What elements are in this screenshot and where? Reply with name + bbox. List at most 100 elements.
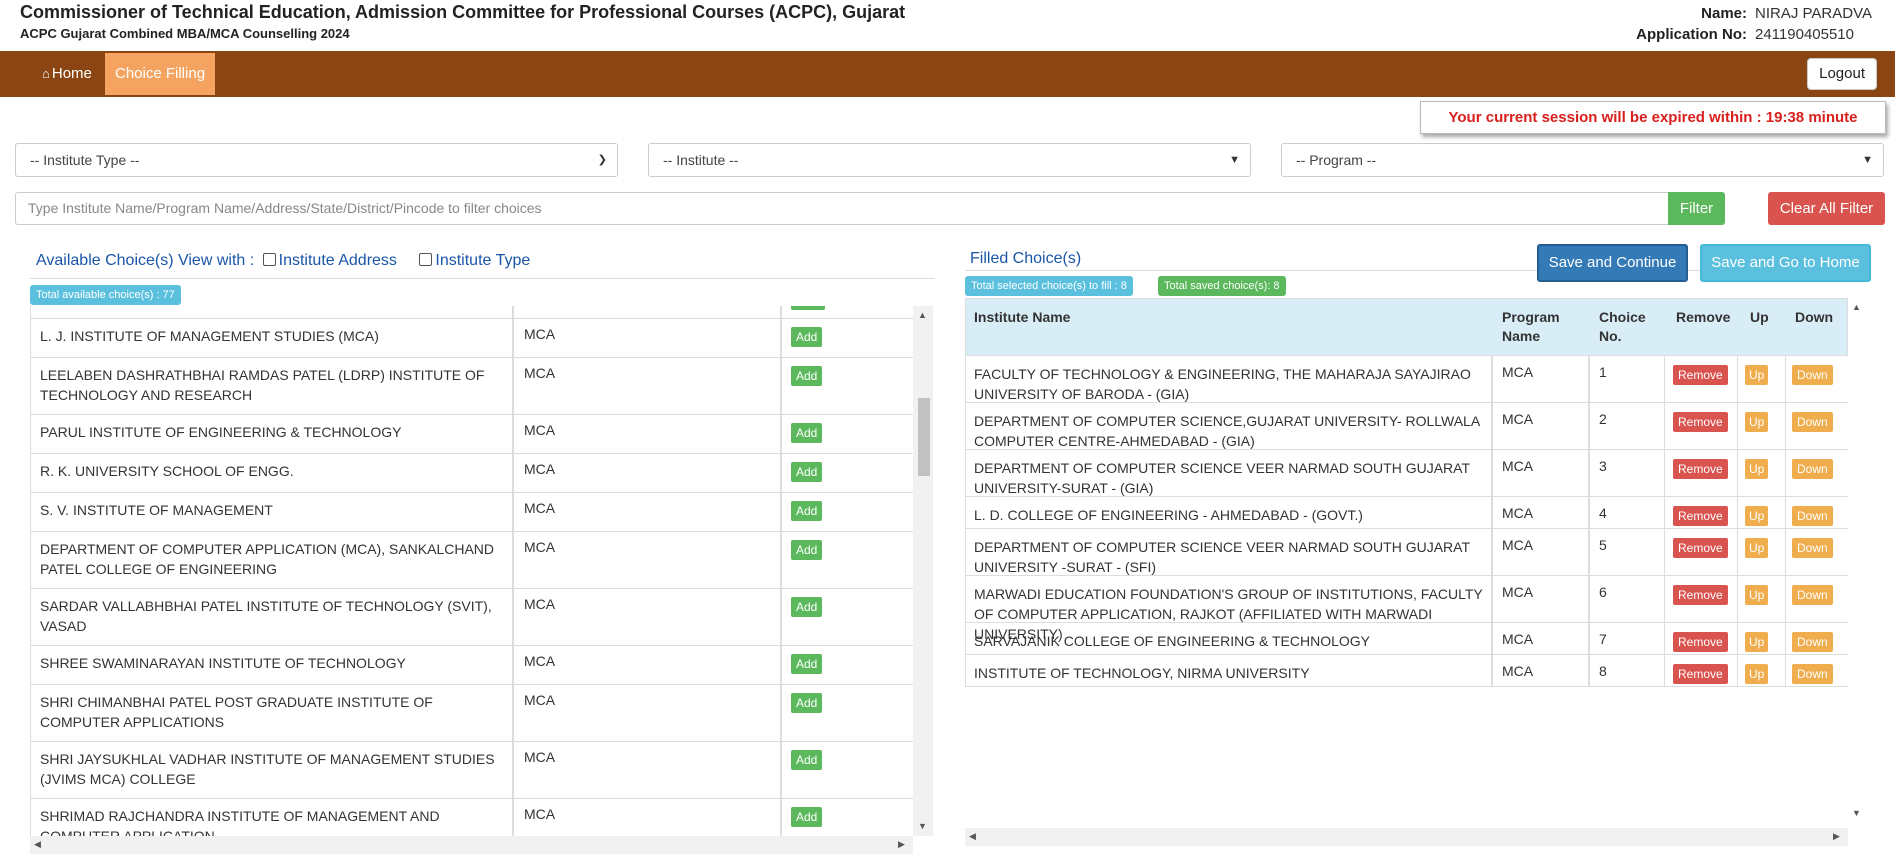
program-select[interactable]: -- Program -- ▼ <box>1281 143 1884 177</box>
up-button[interactable]: Up <box>1745 664 1769 684</box>
save-and-continue-button[interactable]: Save and Continue <box>1537 244 1688 282</box>
table-row: PARUL INSTITUTE OF ENGINEERING & TECHNOL… <box>31 414 913 453</box>
program-cell: MCA <box>514 685 782 741</box>
scroll-up-icon[interactable]: ▲ <box>1852 302 1861 312</box>
scroll-down-icon[interactable]: ▼ <box>918 821 927 831</box>
nav-home-link[interactable]: ⌂ Home <box>30 51 104 97</box>
institute-select[interactable]: -- Institute -- ▼ <box>648 143 1251 177</box>
institute-name-cell: SHRI JAYSUKHLAL VADHAR INSTITUTE OF MANA… <box>31 742 514 798</box>
available-horizontal-scrollbar[interactable]: ◀ ▶ <box>30 836 913 854</box>
table-row: MARWADI EDUCATION FOUNDATION'S GROUP OF … <box>965 576 1848 642</box>
up-cell: Up <box>1738 497 1786 528</box>
remove-button[interactable]: Remove <box>1673 506 1728 526</box>
add-button[interactable]: Add <box>791 366 823 386</box>
down-button[interactable]: Down <box>1792 506 1833 526</box>
add-button[interactable]: Add <box>791 807 823 827</box>
scroll-right-icon[interactable]: ▶ <box>1833 831 1840 842</box>
application-label: Application No: <box>1636 26 1747 43</box>
up-button[interactable]: Up <box>1745 538 1769 558</box>
choice-no-cell: 6 <box>1590 576 1665 622</box>
nav-choice-filling-link[interactable]: Choice Filling <box>105 53 216 95</box>
available-vertical-scrollbar[interactable]: ▲ ▼ <box>913 306 933 836</box>
program-cell: MCA <box>1493 450 1590 496</box>
institute-type-value: -- Institute Type -- <box>30 152 140 168</box>
up-button[interactable]: Up <box>1745 459 1769 479</box>
remove-button[interactable]: Remove <box>1673 412 1728 432</box>
add-button[interactable]: Add <box>791 327 823 347</box>
clear-all-filter-button[interactable]: Clear All Filter <box>1768 192 1885 225</box>
up-cell: Up <box>1738 403 1786 449</box>
up-button[interactable]: Up <box>1745 412 1769 432</box>
add-button[interactable]: Add <box>791 501 823 521</box>
program-cell: MCA <box>514 742 782 798</box>
add-button[interactable]: Add <box>791 462 823 482</box>
remove-button[interactable]: Remove <box>1673 365 1728 385</box>
institute-address-label[interactable]: Institute Address <box>279 252 397 269</box>
add-button[interactable]: Add <box>791 423 823 443</box>
down-cell: Down <box>1786 403 1848 449</box>
filled-horizontal-scrollbar[interactable]: ◀ ▶ <box>965 828 1848 846</box>
institute-address-checkbox[interactable] <box>262 253 276 266</box>
add-button[interactable]: Add <box>791 750 823 770</box>
page-subtitle: ACPC Gujarat Combined MBA/MCA Counsellin… <box>20 26 350 41</box>
program-cell: MCA <box>514 532 782 588</box>
remove-button[interactable]: Remove <box>1673 664 1728 684</box>
remove-button[interactable]: Remove <box>1673 459 1728 479</box>
program-cell: MCA <box>514 319 782 357</box>
up-button[interactable]: Up <box>1745 365 1769 385</box>
add-button[interactable]: Add <box>791 540 823 560</box>
scrollbar-thumb[interactable] <box>918 398 930 476</box>
down-button[interactable]: Down <box>1792 412 1833 432</box>
scroll-left-icon[interactable]: ◀ <box>34 839 41 850</box>
add-button[interactable]: Add <box>791 693 823 713</box>
scroll-up-icon[interactable]: ▲ <box>918 310 927 320</box>
down-button[interactable]: Down <box>1792 585 1833 605</box>
remove-cell: Remove <box>1665 497 1738 528</box>
remove-button[interactable]: Remove <box>1673 585 1728 605</box>
add-button[interactable] <box>791 306 825 310</box>
program-cell: MCA <box>514 415 782 453</box>
down-button[interactable]: Down <box>1792 632 1833 652</box>
scroll-down-icon[interactable]: ▼ <box>1852 808 1861 818</box>
institute-type-select[interactable]: -- Institute Type -- ❯ <box>15 143 618 177</box>
search-input[interactable]: Type Institute Name/Program Name/Address… <box>15 192 1669 225</box>
table-row: LEELABEN DASHRATHBHAI RAMDAS PATEL (LDRP… <box>31 357 913 414</box>
institute-name-cell: DEPARTMENT OF COMPUTER SCIENCE,GUJARAT U… <box>966 403 1493 449</box>
scroll-right-icon[interactable]: ▶ <box>898 839 905 850</box>
caret-down-icon: ▼ <box>1229 154 1240 166</box>
add-button[interactable]: Add <box>791 597 823 617</box>
action-cell: Add <box>782 685 913 741</box>
up-button[interactable]: Up <box>1745 632 1769 652</box>
up-button[interactable]: Up <box>1745 506 1769 526</box>
divider <box>30 278 935 279</box>
add-button[interactable]: Add <box>791 654 823 674</box>
table-row: R. K. UNIVERSITY SCHOOL OF ENGG. MCA Add <box>31 453 913 492</box>
remove-cell: Remove <box>1665 655 1738 686</box>
scroll-left-icon[interactable]: ◀ <box>969 831 976 842</box>
available-count-badge: Total available choice(s) : 77 <box>30 285 181 305</box>
table-row: DEPARTMENT OF COMPUTER SCIENCE VEER NARM… <box>965 450 1848 497</box>
institute-type-checkbox[interactable] <box>419 253 433 266</box>
user-info: Name: NIRAJ PARADVA Application No: 241190… <box>1636 3 1875 45</box>
up-button[interactable]: Up <box>1745 585 1769 605</box>
filter-button[interactable]: Filter <box>1668 192 1725 225</box>
institute-type-label[interactable]: Institute Type <box>435 252 530 269</box>
down-button[interactable]: Down <box>1792 459 1833 479</box>
institute-value: -- Institute -- <box>663 152 739 168</box>
down-button[interactable]: Down <box>1792 664 1833 684</box>
page-header: Commissioner of Technical Education, Adm… <box>0 0 1895 51</box>
page-title: Commissioner of Technical Education, Adm… <box>20 2 906 22</box>
choice-no-cell: 5 <box>1590 529 1665 575</box>
down-button[interactable]: Down <box>1792 365 1833 385</box>
remove-button[interactable]: Remove <box>1673 632 1728 652</box>
action-cell: Add <box>782 799 913 836</box>
remove-cell: Remove <box>1665 576 1738 622</box>
remove-button[interactable]: Remove <box>1673 538 1728 558</box>
save-and-go-home-button[interactable]: Save and Go to Home <box>1700 244 1871 282</box>
filled-vertical-scrollbar[interactable]: ▲ ▼ <box>1848 298 1866 828</box>
down-button[interactable]: Down <box>1792 538 1833 558</box>
col-down: Down <box>1795 309 1834 325</box>
logout-button[interactable]: Logout <box>1807 58 1877 90</box>
institute-name-cell: SHRI CHIMANBHAI PATEL POST GRADUATE INST… <box>31 685 514 741</box>
institute-name-cell: PARUL INSTITUTE OF ENGINEERING & TECHNOL… <box>31 415 514 453</box>
